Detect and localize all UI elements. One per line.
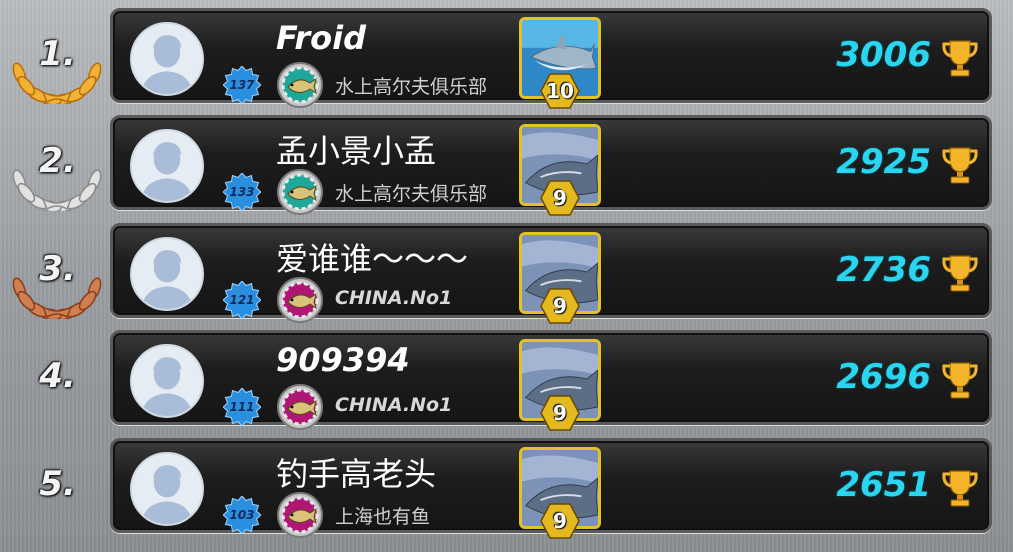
trophy-icon bbox=[941, 468, 979, 508]
fish-level-number: 9 bbox=[553, 509, 567, 533]
club-emblem-icon[interactable] bbox=[276, 383, 324, 431]
fish-level-badge: 10 bbox=[540, 73, 580, 109]
player-name: 钓手高老头 bbox=[276, 455, 437, 493]
score-value: 2925 bbox=[836, 142, 931, 182]
level-badge: 137 bbox=[222, 65, 262, 105]
level-number: 111 bbox=[229, 400, 255, 414]
club-name: 水上高尔夫俱乐部 bbox=[335, 183, 488, 205]
score-value: 2736 bbox=[836, 250, 931, 290]
player-name: 爱谁谁～～～ bbox=[276, 240, 469, 278]
leaderboard-row[interactable]: 4. 909394 111 CHINA.No1 9 2696 bbox=[0, 322, 1013, 431]
player-name: 909394 bbox=[276, 341, 410, 379]
level-badge: 121 bbox=[222, 280, 262, 320]
level-number: 137 bbox=[229, 78, 255, 92]
player-card[interactable]: 爱谁谁～～～ 121 CHINA.No1 9 2736 bbox=[110, 223, 992, 324]
club-name: 水上高尔夫俱乐部 bbox=[335, 76, 488, 98]
avatar[interactable] bbox=[130, 344, 204, 418]
fish-level-number: 9 bbox=[553, 294, 567, 318]
fish-level-badge: 9 bbox=[540, 503, 580, 539]
rank-cell: 2. bbox=[0, 107, 115, 214]
level-number: 121 bbox=[229, 293, 255, 307]
rank-cell: 4. bbox=[0, 322, 115, 429]
level-badge: 111 bbox=[222, 387, 262, 427]
club-name: CHINA.No1 bbox=[335, 287, 453, 309]
club-emblem-icon[interactable] bbox=[276, 61, 324, 109]
avatar[interactable] bbox=[130, 237, 204, 311]
trophy-icon bbox=[941, 145, 979, 185]
fish-level-number: 10 bbox=[546, 79, 574, 103]
club-emblem-icon[interactable] bbox=[276, 276, 324, 324]
fish-level-badge: 9 bbox=[540, 395, 580, 431]
player-card[interactable]: 孟小景小孟 133 水上高尔夫俱乐部 9 2925 bbox=[110, 115, 992, 216]
level-badge: 103 bbox=[222, 495, 262, 535]
rank-number: 4. bbox=[39, 355, 76, 396]
player-card[interactable]: 钓手高老头 103 上海也有鱼 9 2651 bbox=[110, 438, 992, 539]
fish-level-number: 9 bbox=[553, 186, 567, 210]
level-number: 133 bbox=[229, 185, 255, 199]
rank-cell: 3. bbox=[0, 215, 115, 322]
leaderboard-row[interactable]: 3. 爱谁谁～～～ 121 CHINA.No1 9 2736 bbox=[0, 215, 1013, 324]
fish-level-badge: 9 bbox=[540, 288, 580, 324]
level-number: 103 bbox=[229, 508, 255, 522]
rank-cell: 5. bbox=[0, 430, 115, 537]
rank-number: 2. bbox=[39, 140, 76, 181]
club-name: CHINA.No1 bbox=[335, 394, 453, 416]
player-card[interactable]: 909394 111 CHINA.No1 9 2696 bbox=[110, 330, 992, 431]
score-value: 2696 bbox=[836, 357, 931, 397]
rank-number: 5. bbox=[39, 463, 76, 504]
rank-number: 3. bbox=[39, 248, 76, 289]
avatar[interactable] bbox=[130, 129, 204, 203]
score-value: 3006 bbox=[836, 35, 931, 75]
club-emblem-icon[interactable] bbox=[276, 491, 324, 539]
rank-cell: 1. bbox=[0, 0, 115, 107]
club-name: 上海也有鱼 bbox=[335, 506, 431, 528]
avatar[interactable] bbox=[130, 452, 204, 526]
level-badge: 133 bbox=[222, 172, 262, 212]
avatar[interactable] bbox=[130, 22, 204, 96]
player-name: 孟小景小孟 bbox=[276, 132, 437, 170]
leaderboard-row[interactable]: 1. Froid 137 水上高尔夫俱乐部 10 3006 bbox=[0, 0, 1013, 109]
trophy-icon bbox=[941, 360, 979, 400]
rank-number: 1. bbox=[39, 33, 76, 74]
club-emblem-icon[interactable] bbox=[276, 168, 324, 216]
fish-level-number: 9 bbox=[553, 401, 567, 425]
trophy-icon bbox=[941, 253, 979, 293]
leaderboard-row[interactable]: 5. 钓手高老头 103 上海也有鱼 9 2651 bbox=[0, 430, 1013, 539]
fish-level-badge: 9 bbox=[540, 180, 580, 216]
player-card[interactable]: Froid 137 水上高尔夫俱乐部 10 3006 bbox=[110, 8, 992, 109]
trophy-icon bbox=[941, 38, 979, 78]
score-value: 2651 bbox=[836, 465, 931, 505]
leaderboard-row[interactable]: 2. 孟小景小孟 133 水上高尔夫俱乐部 9 2925 bbox=[0, 107, 1013, 216]
player-name: Froid bbox=[276, 19, 366, 57]
